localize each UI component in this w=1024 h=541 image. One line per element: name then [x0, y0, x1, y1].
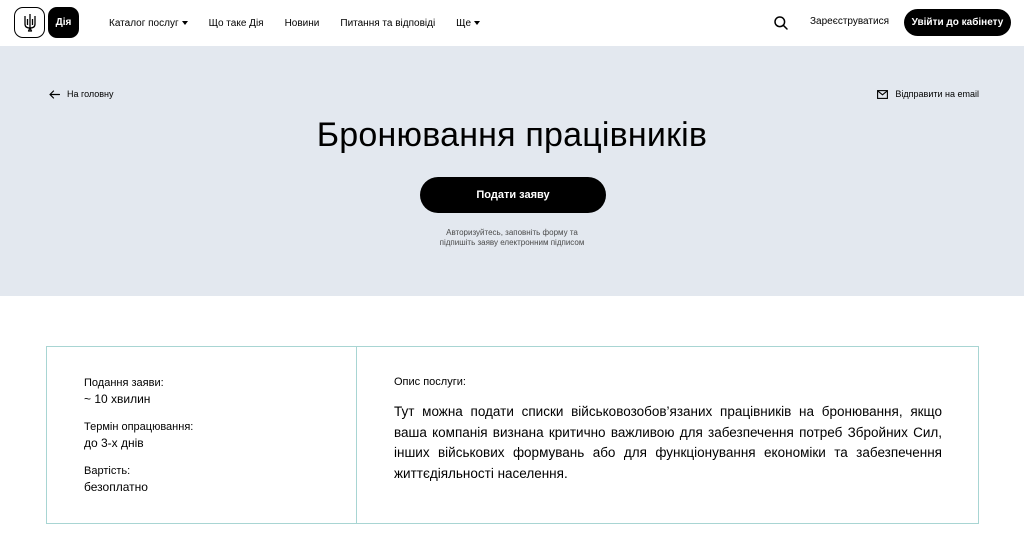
login-button[interactable]: Увійти до кабінету [904, 9, 1011, 36]
nav-item-what-is-diia[interactable]: Що таке Дія [209, 18, 264, 29]
trident-icon [23, 13, 36, 32]
hero-section: На головну Відправити на email Бронюванн… [0, 46, 1024, 296]
service-description: Тут можна подати списки військовозобов’я… [394, 404, 942, 481]
service-meta: Подання заяви: ~ 10 хвилин Термін опрацю… [84, 376, 334, 508]
chevron-down-icon [474, 21, 481, 25]
apply-hint: Авторизуйтесь, заповніть форму та підпиш… [412, 228, 612, 248]
back-home-label: На головну [67, 89, 114, 99]
nav-item-more[interactable]: Ще [456, 17, 481, 29]
mail-icon [877, 89, 889, 99]
nav-item-label: Каталог послуг [109, 17, 179, 29]
meta-cost: Вартість: безоплатно [84, 464, 334, 495]
trident-logo-icon[interactable] [14, 7, 45, 38]
meta-processing-time: Термін опрацювання: до 3-х днів [84, 420, 334, 451]
search-icon[interactable] [773, 15, 789, 31]
meta-value: безоплатно [84, 480, 148, 494]
back-home-link[interactable]: На головну [49, 89, 114, 99]
meta-label: Термін опрацювання: [84, 421, 194, 433]
description-label: Опис послуги: [394, 376, 466, 388]
meta-value: ~ 10 хвилин [84, 392, 151, 406]
nav-item-label: Питання та відповіді [340, 17, 436, 29]
service-info-card: Подання заяви: ~ 10 хвилин Термін опрацю… [46, 346, 979, 524]
main-nav: Каталог послуг Що таке Дія Новини Питанн… [109, 0, 501, 46]
top-header: Дія Каталог послуг Що таке Дія Новини Пи… [0, 0, 1024, 46]
register-link[interactable]: Зареєструватися [810, 16, 889, 27]
arrow-left-icon [49, 89, 60, 99]
apply-hint-line: підпишіть заяву електронним підписом [439, 238, 585, 247]
nav-item-label: Ще [456, 17, 472, 29]
card-divider [356, 347, 357, 523]
meta-value: до 3-х днів [84, 436, 144, 450]
meta-submission: Подання заяви: ~ 10 хвилин [84, 376, 334, 407]
nav-item-label: Новини [284, 17, 320, 29]
meta-label: Подання заяви: [84, 377, 164, 389]
diia-logo[interactable]: Дія [48, 7, 79, 38]
apply-hint-line: Авторизуйтесь, заповніть форму та [446, 228, 578, 237]
nav-item-news[interactable]: Новини [285, 18, 320, 29]
nav-item-catalog[interactable]: Каталог послуг [109, 18, 188, 29]
chevron-down-icon [181, 21, 188, 25]
send-email-link[interactable]: Відправити на email [877, 89, 979, 99]
meta-label: Вартість: [84, 465, 131, 477]
send-email-label: Відправити на email [895, 89, 979, 99]
nav-item-label: Що таке Дія [208, 17, 264, 29]
page-title: Бронювання працівників [316, 116, 708, 154]
apply-button[interactable]: Подати заяву [420, 177, 606, 213]
nav-item-faq[interactable]: Питання та відповіді [340, 18, 435, 29]
